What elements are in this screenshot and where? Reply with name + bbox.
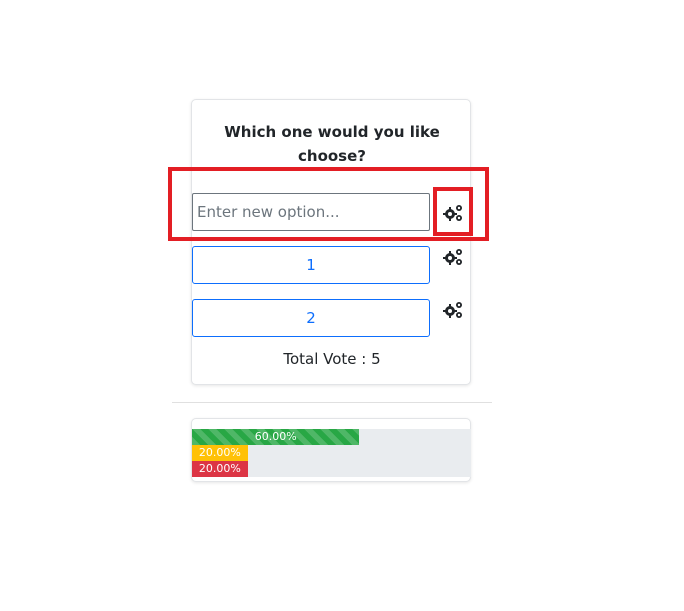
- result-bar: 60.00%: [192, 429, 360, 445]
- gears-icon[interactable]: [443, 300, 465, 320]
- option-label: 2: [306, 309, 316, 327]
- result-bar-label: 60.00%: [254, 430, 297, 443]
- new-option-input[interactable]: [192, 193, 430, 231]
- result-track: 20.00%: [192, 445, 471, 461]
- results-card: 60.00% 20.00% 20.00%: [191, 418, 471, 482]
- gears-icon[interactable]: [443, 247, 465, 267]
- result-bar-label: 20.00%: [198, 446, 241, 459]
- result-track: 20.00%: [192, 461, 471, 477]
- result-track: 60.00%: [192, 429, 471, 445]
- option-button[interactable]: 1: [192, 246, 430, 284]
- result-bar: 20.00%: [192, 461, 248, 477]
- option-label: 1: [306, 256, 316, 274]
- option-button[interactable]: 2: [192, 299, 430, 337]
- result-bar: 20.00%: [192, 445, 248, 461]
- gears-icon[interactable]: [443, 203, 465, 223]
- poll-card: Which one would you like choose? 1: [191, 99, 471, 385]
- total-vote: Total Vote : 5: [283, 350, 381, 368]
- divider: [172, 402, 492, 403]
- result-bar-label: 20.00%: [198, 462, 241, 475]
- poll-question: Which one would you like choose?: [224, 123, 440, 165]
